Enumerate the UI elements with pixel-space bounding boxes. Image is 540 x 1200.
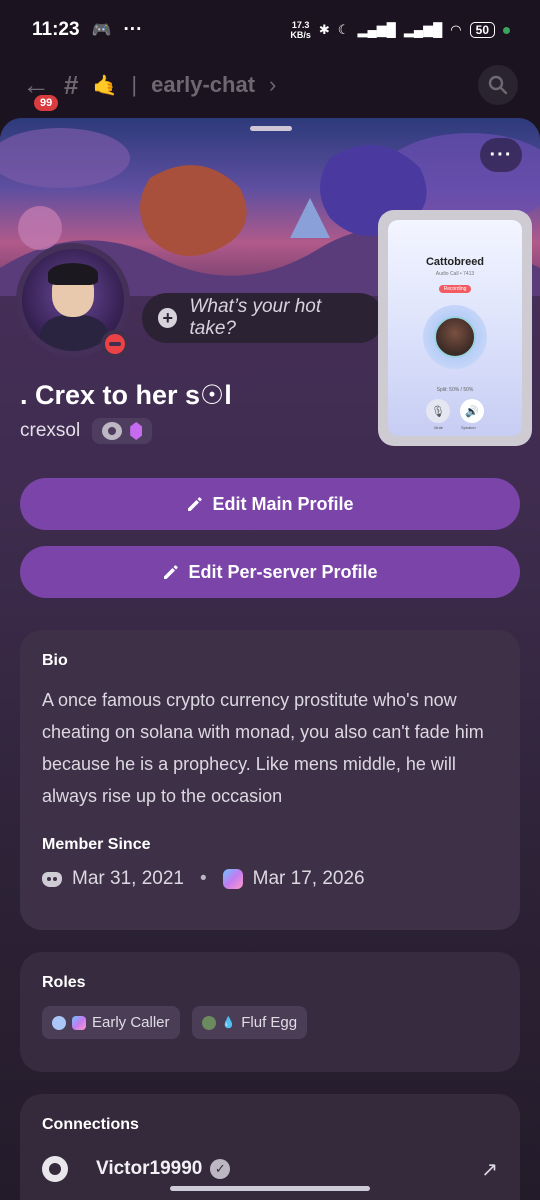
edit-server-profile-label: Edit Per-server Profile (188, 561, 378, 582)
home-indicator[interactable] (170, 1186, 370, 1191)
chevron-right-icon: › (269, 72, 277, 97)
roles-list: Early Caller 💧 Fluf Egg (42, 1006, 498, 1039)
wifi-icon: ◠ (450, 22, 462, 37)
call-split: Split: 50% / 50% (436, 387, 474, 393)
mute-label: Mute (434, 425, 443, 430)
status-indicator (101, 330, 129, 358)
plus-circle-icon: + (158, 308, 178, 328)
call-controls: 🎙 🔊 (388, 399, 522, 423)
pencil-icon (164, 565, 179, 579)
nitro-gem-icon[interactable] (130, 422, 143, 440)
github-icon (42, 1156, 68, 1182)
call-control-labels: Mute Speaker (388, 425, 522, 430)
role-label: Fluf Egg (241, 1014, 298, 1031)
role-color-dot (52, 1015, 66, 1030)
call-subtitle: Audio Call • 7413 (435, 271, 475, 277)
signal-icon: ▂▄▆█ (357, 22, 396, 37)
bluetooth-icon: ✱ (318, 22, 330, 37)
role-chip[interactable]: 💧 Fluf Egg (191, 1006, 308, 1039)
role-chip[interactable]: Early Caller (42, 1006, 180, 1039)
display-name: . Crex to her s☉l (20, 380, 232, 410)
do-not-disturb-icon (105, 334, 125, 354)
status-left: 11:23 🎮 ··· (32, 19, 142, 41)
pencil-icon (188, 497, 203, 511)
role-color-dot (201, 1015, 216, 1030)
drag-handle[interactable] (250, 126, 292, 131)
username-row: crexsol (20, 418, 153, 444)
hot-take-placeholder: What’s your hot take? (189, 296, 322, 339)
search-icon (488, 75, 508, 95)
network-speed: 17.3 KB/s (290, 20, 311, 40)
hot-take-bubble[interactable]: + What’s your hot take? (142, 293, 384, 343)
hypesquad-badge-icon[interactable] (102, 422, 123, 440)
search-button[interactable] (478, 65, 518, 105)
channel-header: ← 99 # 🤙 | early-chat › (0, 60, 540, 111)
connections-title: Connections (42, 1116, 139, 1133)
bio-card: Bio A once famous crypto currency prosti… (20, 630, 520, 930)
discord-icon (42, 871, 62, 887)
egg-icon: 💧 (221, 1017, 236, 1029)
member-since-title: Member Since (42, 836, 151, 853)
speaker-icon[interactable]: 🔊 (460, 399, 484, 423)
clock: 11:23 (32, 19, 80, 40)
status-right: 17.3 KB/s ✱ ☾ ▂▄▆█ ▂▄▆█ ◠ 50 (290, 20, 510, 40)
back-button[interactable]: ← 99 (22, 69, 59, 111)
edit-server-profile-button[interactable]: Edit Per-server Profile (20, 546, 520, 598)
edit-main-profile-button[interactable]: Edit Main Profile (20, 478, 520, 530)
mic-off-icon[interactable]: 🎙 (426, 399, 450, 423)
call-screen: Cattobreed Audio Call • 7413 Recording S… (388, 220, 522, 436)
locked-hash-icon: # (64, 69, 79, 100)
role-icon (72, 1015, 86, 1030)
connections-card: Connections Victor19990 ✓ ↗ (20, 1094, 520, 1200)
recording-badge: Recording (438, 285, 472, 293)
verified-check-icon: ✓ (210, 1159, 231, 1179)
roles-card: Roles Early Caller 💧 Fluf Egg (20, 952, 520, 1072)
moon-icon: ☾ (337, 22, 350, 37)
privacy-dot (503, 26, 510, 34)
more-notifications: ··· (123, 19, 143, 40)
call-pip-window[interactable]: Cattobreed Audio Call • 7413 Recording S… (378, 210, 532, 446)
hand-emoji-icon: 🤙 (92, 74, 118, 97)
caller-name: Cattobreed (425, 256, 485, 268)
bio-title: Bio (42, 652, 68, 669)
discord-join-date: Mar 31, 2021 (72, 868, 184, 889)
badges (92, 418, 153, 444)
connection-item[interactable]: Victor19990 ✓ ↗ (42, 1156, 498, 1182)
signal-icon-2: ▂▄▆█ (403, 22, 443, 37)
channel-name[interactable]: early-chat (151, 72, 255, 98)
connection-name: Victor19990 (96, 1158, 203, 1179)
battery-indicator: 50 (469, 22, 495, 38)
unread-badge: 99 (34, 95, 59, 111)
username: crexsol (20, 420, 81, 441)
speaker-label: Speaker (461, 425, 476, 430)
edit-main-profile-label: Edit Main Profile (212, 493, 354, 514)
role-label: Early Caller (92, 1014, 170, 1031)
separator: • (199, 868, 207, 889)
divider: | (131, 72, 138, 97)
roles-title: Roles (42, 974, 86, 991)
caller-avatar-ring (423, 305, 487, 369)
system-status-bar: 11:23 🎮 ··· 17.3 KB/s ✱ ☾ ▂▄▆█ ▂▄▆█ ◠ 50 (0, 0, 540, 60)
bio-text: A once famous crypto currency prostitute… (42, 690, 484, 806)
caller-avatar (434, 316, 476, 358)
avatar-body (40, 315, 108, 351)
game-controller-icon: 🎮 (91, 22, 112, 39)
server-join-date: Mar 17, 2026 (252, 868, 365, 889)
more-options-button[interactable]: ··· (480, 138, 522, 172)
avatar-hair (48, 263, 98, 285)
external-link-icon[interactable]: ↗ (481, 1157, 498, 1182)
server-icon (222, 869, 243, 889)
member-since-row: Mar 31, 2021 • Mar 17, 2026 (42, 868, 498, 890)
